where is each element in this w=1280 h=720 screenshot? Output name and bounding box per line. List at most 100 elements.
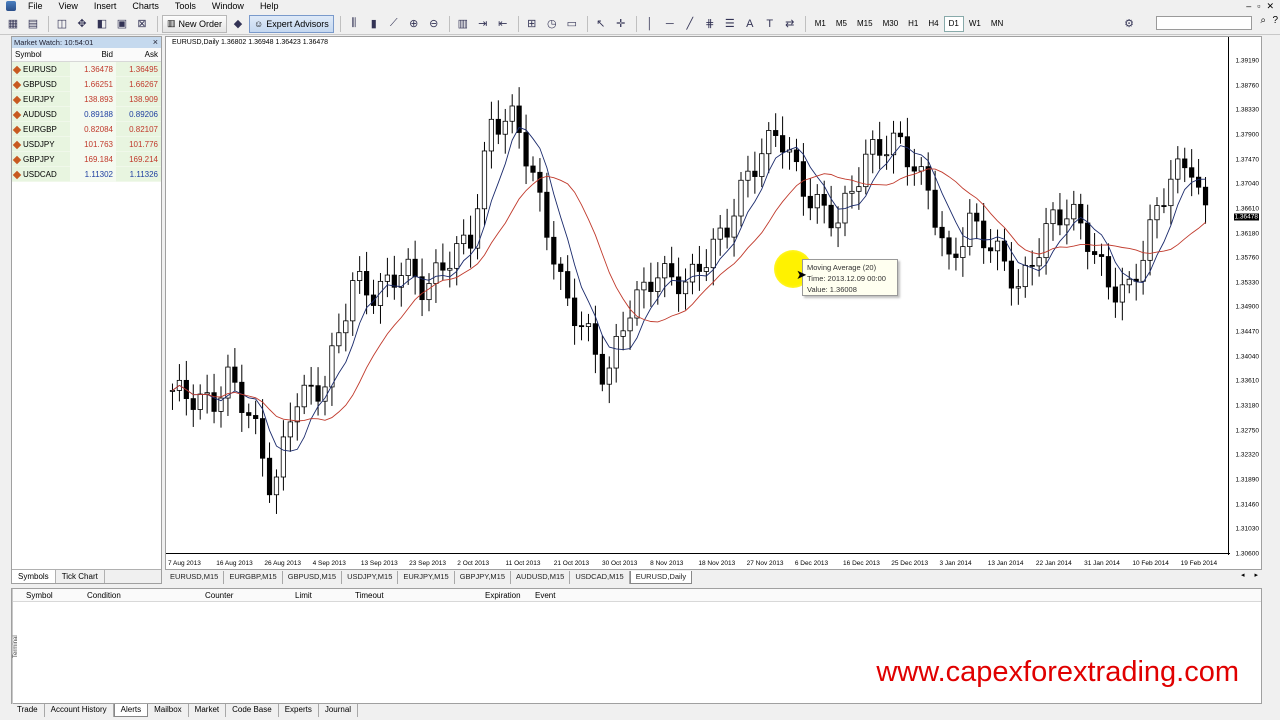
market-watch-row[interactable]: USDCAD 1.11302 1.11326 — [12, 167, 161, 182]
tester-icon[interactable]: ⊠ — [133, 15, 151, 33]
menu-charts[interactable]: Charts — [124, 0, 167, 12]
moving-average-fast[interactable] — [172, 126, 1206, 452]
timeframe-m30[interactable]: M30 — [878, 16, 904, 32]
chart-tab[interactable]: USDCAD,M15 — [570, 571, 630, 584]
chart-tab[interactable]: GBPUSD,M15 — [283, 571, 343, 584]
timeframe-m5[interactable]: M5 — [831, 16, 852, 32]
fibonacci-icon[interactable]: ☰ — [721, 15, 739, 33]
zoom-in-icon[interactable]: ⊕ — [405, 15, 423, 33]
timeframe-mn[interactable]: MN — [986, 16, 1008, 32]
tab-tick-chart[interactable]: Tick Chart — [56, 570, 105, 583]
col-condition[interactable]: Condition — [73, 589, 191, 601]
trendline-icon[interactable]: ╱ — [681, 15, 699, 33]
channel-icon[interactable]: ⋕ — [701, 15, 719, 33]
col-symbol[interactable]: Symbol — [12, 48, 70, 62]
price-chart[interactable] — [166, 37, 1230, 555]
chart-window[interactable]: EURUSD,Daily 1.36802 1.36948 1.36423 1.3… — [165, 36, 1262, 570]
col-counter[interactable]: Counter — [191, 589, 281, 601]
new-chart-icon[interactable]: ▦ — [4, 15, 22, 33]
timeframe-m1[interactable]: M1 — [810, 16, 831, 32]
text-icon[interactable]: A — [741, 15, 759, 33]
moving-average-20[interactable] — [172, 168, 1206, 422]
col-bid[interactable]: Bid — [70, 48, 116, 62]
navigator-icon[interactable]: ✥ — [73, 15, 91, 33]
market-watch-row[interactable]: EURGBP 0.82084 0.82107 — [12, 122, 161, 137]
col-symbol[interactable]: Symbol — [12, 589, 73, 601]
tile-icon[interactable]: ▥ — [454, 15, 472, 33]
label-icon[interactable]: T — [761, 15, 779, 33]
terminal-tab[interactable]: Account History — [45, 704, 114, 717]
chart-shift-icon[interactable]: ⇤ — [494, 15, 512, 33]
restore-icon[interactable]: ▫ — [1257, 0, 1260, 12]
expert-advisors-button[interactable]: ☺ Expert Advisors — [249, 14, 334, 33]
market-watch-row[interactable]: EURJPY 138.893 138.909 — [12, 92, 161, 107]
col-expiration[interactable]: Expiration — [471, 589, 521, 601]
menu-file[interactable]: File — [20, 0, 51, 12]
tab-symbols[interactable]: Symbols — [12, 570, 56, 583]
chart-tab[interactable]: EURJPY,M15 — [398, 571, 455, 584]
chart-tab[interactable]: EURGBP,M15 — [224, 571, 283, 584]
candlestick-icon[interactable]: ▮ — [365, 15, 383, 33]
chart-tab[interactable]: EURUSD,Daily — [629, 571, 693, 584]
vertical-line-icon[interactable]: │ — [641, 15, 659, 33]
periods-icon[interactable]: ◷ — [543, 15, 561, 33]
horizontal-line-icon[interactable]: ─ — [661, 15, 679, 33]
autoscroll-icon[interactable]: ⇥ — [474, 15, 492, 33]
arrows-icon[interactable]: ⇄ — [781, 15, 799, 33]
indicators-icon[interactable]: ⊞ — [523, 15, 541, 33]
terminal-tab[interactable]: Experts — [279, 704, 319, 717]
close-icon[interactable]: × — [153, 37, 158, 48]
terminal-icon[interactable]: ▣ — [113, 15, 131, 33]
menu-view[interactable]: View — [51, 0, 86, 12]
crosshair-icon[interactable]: ✛ — [612, 15, 630, 33]
timeframe-h4[interactable]: H4 — [923, 16, 943, 32]
minimize-icon[interactable]: – — [1246, 0, 1251, 12]
terminal-tab[interactable]: Alerts — [113, 704, 149, 717]
help-icon[interactable]: ? — [1272, 15, 1278, 26]
profiles-icon[interactable]: ▤ — [24, 15, 42, 33]
chart-tab[interactable]: AUDUSD,M15 — [511, 571, 571, 584]
market-watch-row[interactable]: GBPUSD 1.66251 1.66267 — [12, 77, 161, 92]
timeframe-m15[interactable]: M15 — [852, 16, 878, 32]
market-watch-row[interactable]: GBPJPY 169.184 169.214 — [12, 152, 161, 167]
chart-tab[interactable]: EURUSD,M15 — [165, 571, 225, 584]
tab-left-icon[interactable]: ◂ — [1241, 571, 1245, 579]
timeframe-w1[interactable]: W1 — [964, 16, 986, 32]
market-watch-icon[interactable]: ◫ — [53, 15, 71, 33]
data-window-icon[interactable]: ◧ — [93, 15, 111, 33]
options-gear-icon[interactable]: ⚙ — [1120, 15, 1138, 33]
line-chart-icon[interactable]: ⟋ — [385, 15, 403, 33]
market-watch-row[interactable]: AUDUSD 0.89188 0.89206 — [12, 107, 161, 122]
menu-tools[interactable]: Tools — [167, 0, 204, 12]
tab-right-icon[interactable]: ▸ — [1254, 571, 1258, 579]
zoom-out-icon[interactable]: ⊖ — [425, 15, 443, 33]
terminal-tab[interactable]: Trade — [11, 704, 45, 717]
menu-help[interactable]: Help — [252, 0, 287, 12]
time-axis[interactable]: 7 Aug 2013 16 Aug 2013 26 Aug 2013 4 Sep 20… — [166, 553, 1230, 569]
metaeditor-icon[interactable]: ◆ — [229, 15, 247, 33]
new-order-button[interactable]: ▥ New Order — [162, 14, 228, 33]
timeframe-h1[interactable]: H1 — [903, 16, 923, 32]
close-icon[interactable]: ✕ — [1266, 0, 1274, 12]
col-timeout[interactable]: Timeout — [341, 589, 471, 601]
timeframe-d1[interactable]: D1 — [943, 15, 964, 32]
chart-tab[interactable]: GBPJPY,M15 — [455, 571, 511, 584]
menu-window[interactable]: Window — [204, 0, 252, 12]
market-watch-row[interactable]: USDJPY 101.763 101.776 — [12, 137, 161, 152]
cursor-icon[interactable]: ↖ — [592, 15, 610, 33]
bar-chart-icon[interactable]: ⫼ — [345, 15, 363, 33]
menu-insert[interactable]: Insert — [86, 0, 125, 12]
price-axis[interactable]: 1.39190 1.38760 1.38330 1.37900 1.37470 1.370… — [1228, 37, 1261, 558]
market-watch-row[interactable]: EURUSD 1.36478 1.36495 — [12, 62, 161, 77]
templates-icon[interactable]: ▭ — [563, 15, 581, 33]
col-limit[interactable]: Limit — [281, 589, 341, 601]
col-ask[interactable]: Ask — [116, 48, 161, 62]
terminal-tab[interactable]: Journal — [319, 704, 359, 717]
terminal-tab[interactable]: Market — [189, 704, 227, 717]
col-event[interactable]: Event — [521, 589, 581, 601]
search-input[interactable] — [1156, 16, 1252, 30]
terminal-tab[interactable]: Code Base — [226, 704, 279, 717]
chart-tab[interactable]: USDJPY,M15 — [342, 571, 399, 584]
terminal-tab[interactable]: Mailbox — [148, 704, 189, 717]
search-icon[interactable]: ⌕ — [1260, 15, 1266, 26]
